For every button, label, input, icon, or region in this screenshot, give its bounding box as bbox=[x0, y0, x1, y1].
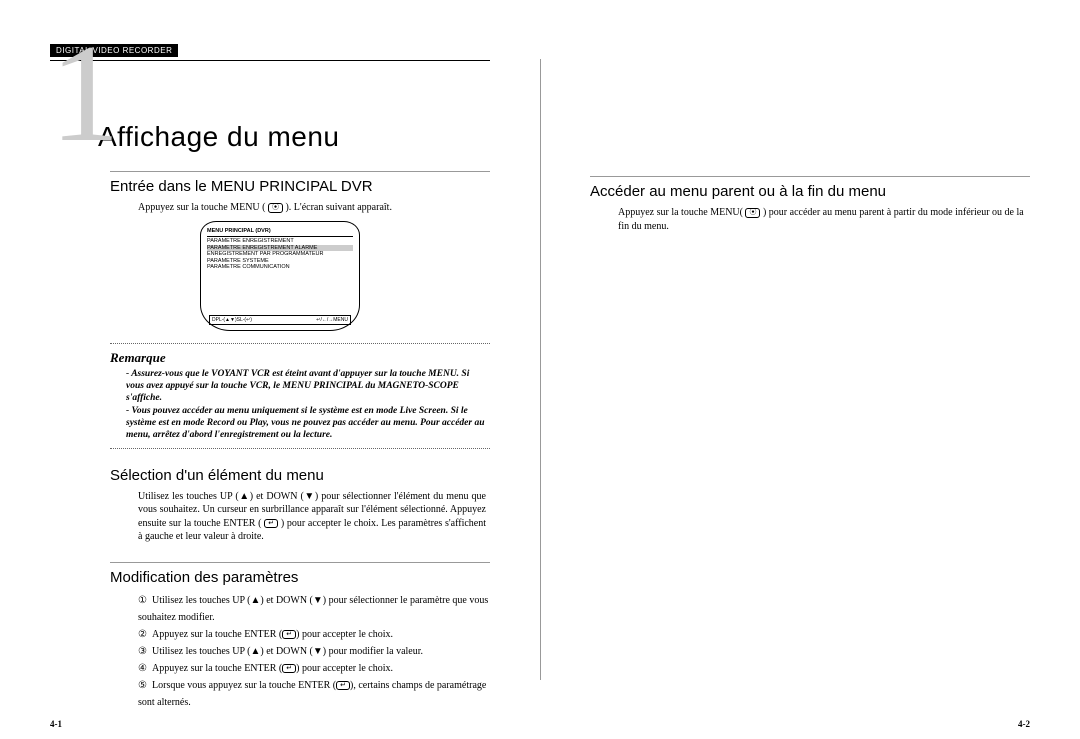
text: Assurez-vous que le VOYANT VCR est étein… bbox=[126, 369, 469, 404]
section-modification: Modification des paramètres ①Utilisez le… bbox=[110, 562, 490, 711]
enter-key-icon: ↵ bbox=[282, 664, 296, 674]
right-page: Accéder au menu parent ou à la fin du me… bbox=[540, 0, 1080, 739]
section-title-acceder: Accéder au menu parent ou à la fin du me… bbox=[590, 183, 1030, 200]
text: ) pour accepter le choix. bbox=[296, 663, 393, 674]
text: Utilisez les touches UP (▲) et DOWN (▼) … bbox=[152, 646, 423, 657]
tv-footer-left: DPL-(▲▼)SL-(↵) bbox=[212, 317, 252, 323]
step-num: ③ bbox=[138, 643, 152, 660]
tv-screen: MENU PRINCIPAL (DVR) PARAMETRE ENREGISTR… bbox=[200, 221, 360, 331]
step-row: ②Appuyez sur la touche ENTER (↵) pour ac… bbox=[138, 626, 490, 643]
tv-inner: MENU PRINCIPAL (DVR) PARAMETRE ENREGISTR… bbox=[207, 228, 353, 272]
chapter-number: 1 bbox=[50, 38, 120, 150]
tv-sep bbox=[207, 236, 353, 237]
section-selection: Sélection d'un élément du menu Utilisez … bbox=[110, 467, 490, 544]
tv-item: ENREGISTREMENT PAR PROGRAMMATEUR bbox=[207, 251, 353, 258]
section-acceder: Accéder au menu parent ou à la fin du me… bbox=[590, 176, 1030, 233]
page-spread: DIGITAL VIDEO RECORDER 1 Affichage du me… bbox=[0, 0, 1080, 739]
text: Appuyez sur la touche MENU( bbox=[618, 207, 743, 218]
step-num: ⑤ bbox=[138, 677, 152, 694]
menu-key-icon: ⦿ bbox=[268, 203, 283, 213]
page-number-left: 4-1 bbox=[50, 719, 62, 729]
text: Appuyez sur la touche ENTER ( bbox=[152, 663, 282, 674]
section1-body: Appuyez sur la touche MENU ( ⦿ ). L'écra… bbox=[138, 201, 486, 215]
section-title-selection: Sélection d'un élément du menu bbox=[110, 467, 490, 484]
remarque-title: Remarque bbox=[110, 350, 490, 366]
step-list: ①Utilisez les touches UP (▲) et DOWN (▼)… bbox=[138, 592, 490, 711]
tv-item: PARAMETRE ENREGISTREMENT bbox=[207, 238, 353, 245]
enter-key-icon: ↵ bbox=[282, 630, 296, 640]
enter-key-icon: ↵ bbox=[264, 519, 278, 529]
tv-item: PARAMETRE SYSTEME bbox=[207, 258, 353, 265]
section-entree: Entrée dans le MENU PRINCIPAL DVR Appuye… bbox=[110, 171, 490, 331]
remarque-item: - Assurez-vous que le VOYANT VCR est éte… bbox=[126, 368, 486, 405]
step-num: ④ bbox=[138, 660, 152, 677]
dotted-rule bbox=[110, 343, 490, 344]
tv-item-highlight: PARAMETRE ENREGISTREMENT ALARME bbox=[207, 245, 353, 252]
enter-key-icon: ↵ bbox=[336, 681, 350, 691]
remarque-block: Remarque - Assurez-vous que le VOYANT VC… bbox=[110, 343, 490, 449]
section-title-entree: Entrée dans le MENU PRINCIPAL DVR bbox=[110, 178, 490, 195]
page-number-right: 4-2 bbox=[1018, 719, 1030, 729]
section-rule bbox=[110, 562, 490, 563]
remarque-item: - Vous pouvez accéder au menu uniquement… bbox=[126, 405, 486, 442]
left-page: DIGITAL VIDEO RECORDER 1 Affichage du me… bbox=[0, 0, 540, 739]
text: Appuyez sur la touche ENTER ( bbox=[152, 629, 282, 640]
section-rule bbox=[590, 176, 1030, 177]
text: Vous pouvez accéder au menu uniquement s… bbox=[126, 406, 485, 441]
section2-body: Utilisez les touches UP (▲) et DOWN (▼) … bbox=[138, 490, 486, 544]
menu-key-icon: ⦿ bbox=[745, 208, 760, 218]
tv-footer-right: ↵/←/→MENU bbox=[316, 317, 348, 323]
step-row: ①Utilisez les touches UP (▲) et DOWN (▼)… bbox=[138, 592, 490, 626]
text: Lorsque vous appuyez sur la touche ENTER… bbox=[152, 680, 336, 691]
step-row: ④Appuyez sur la touche ENTER (↵) pour ac… bbox=[138, 660, 490, 677]
tv-title: MENU PRINCIPAL (DVR) bbox=[207, 228, 353, 235]
text: Utilisez les touches UP (▲) et DOWN (▼) … bbox=[138, 595, 488, 623]
tv-footer: DPL-(▲▼)SL-(↵) ↵/←/→MENU bbox=[209, 315, 351, 325]
tv-item: PARAMETRE COMMUNICATION bbox=[207, 264, 353, 271]
text: ). L'écran suivant apparaît. bbox=[285, 202, 391, 213]
step-num: ② bbox=[138, 626, 152, 643]
step-row: ⑤Lorsque vous appuyez sur la touche ENTE… bbox=[138, 677, 490, 711]
main-title: Affichage du menu bbox=[98, 121, 490, 153]
text: ) pour accepter le choix. bbox=[296, 629, 393, 640]
spacer bbox=[590, 40, 1030, 158]
text: Appuyez sur la touche MENU ( bbox=[138, 202, 265, 213]
section-title-modification: Modification des paramètres bbox=[110, 569, 490, 586]
dotted-rule bbox=[110, 448, 490, 449]
section-rule bbox=[110, 171, 490, 172]
step-row: ③Utilisez les touches UP (▲) et DOWN (▼)… bbox=[138, 643, 490, 660]
step-num: ① bbox=[138, 592, 152, 609]
right-body: Appuyez sur la touche MENU( ⦿ ) pour acc… bbox=[618, 206, 1030, 233]
